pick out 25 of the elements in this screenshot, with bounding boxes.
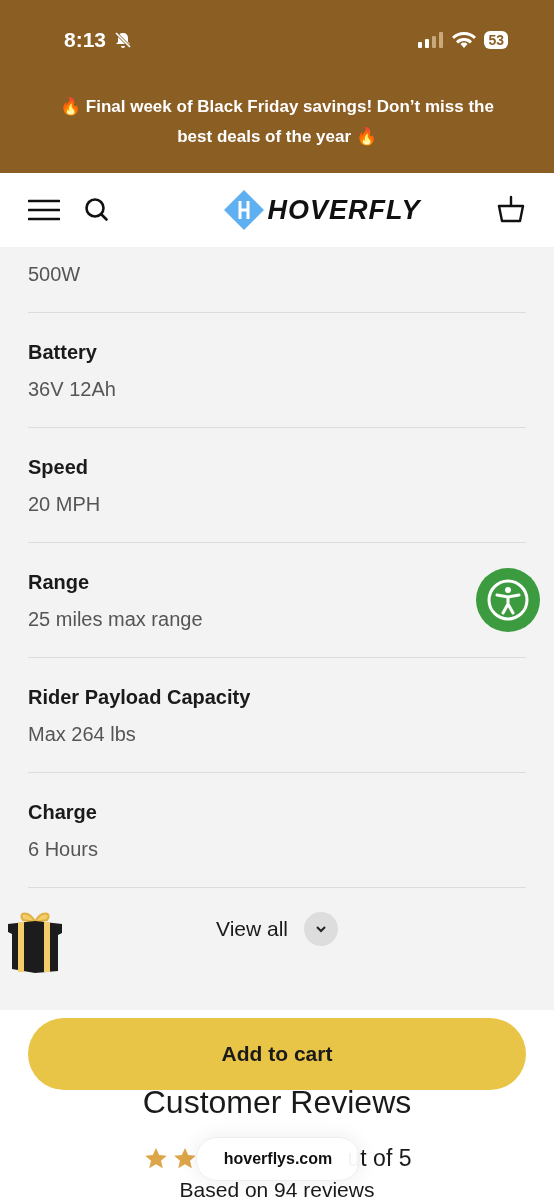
menu-icon[interactable] [28,199,60,221]
spec-name: Rider Payload Capacity [28,686,252,709]
spec-value: 36V 12Ah [28,378,117,401]
chevron-down-icon[interactable] [304,912,338,946]
wifi-icon [452,31,477,49]
basket-icon[interactable] [496,195,526,225]
battery-icon: 53 [484,31,508,49]
spec-name: Charge [28,801,98,824]
spec-name: Battery [28,341,98,364]
add-to-cart-button[interactable]: Add to cart [28,1018,526,1090]
spec-value: Max 264 lbs [28,723,137,746]
promo-banner-text: 🔥 Final week of Black Friday savings! Don’t miss the best deals of the year 🔥 [59,96,495,148]
spec-value: 500W [28,263,82,286]
status-time: 8:13 [64,28,107,52]
view-all-button[interactable]: View all [216,917,288,941]
spec-name: Speed [28,456,90,479]
spec-value: 20 MPH [28,493,102,516]
spec-value: 6 Hours [28,838,100,861]
spec-value: 25 miles max range [28,608,204,631]
muted-bell-icon [114,31,133,49]
search-icon[interactable] [84,197,110,223]
reviews-summary: Based on 94 reviews [178,1178,376,1200]
spec-name: Range [28,571,91,594]
signal-icon [418,32,445,48]
logo-text[interactable]: HOVERFLY [267,194,421,226]
